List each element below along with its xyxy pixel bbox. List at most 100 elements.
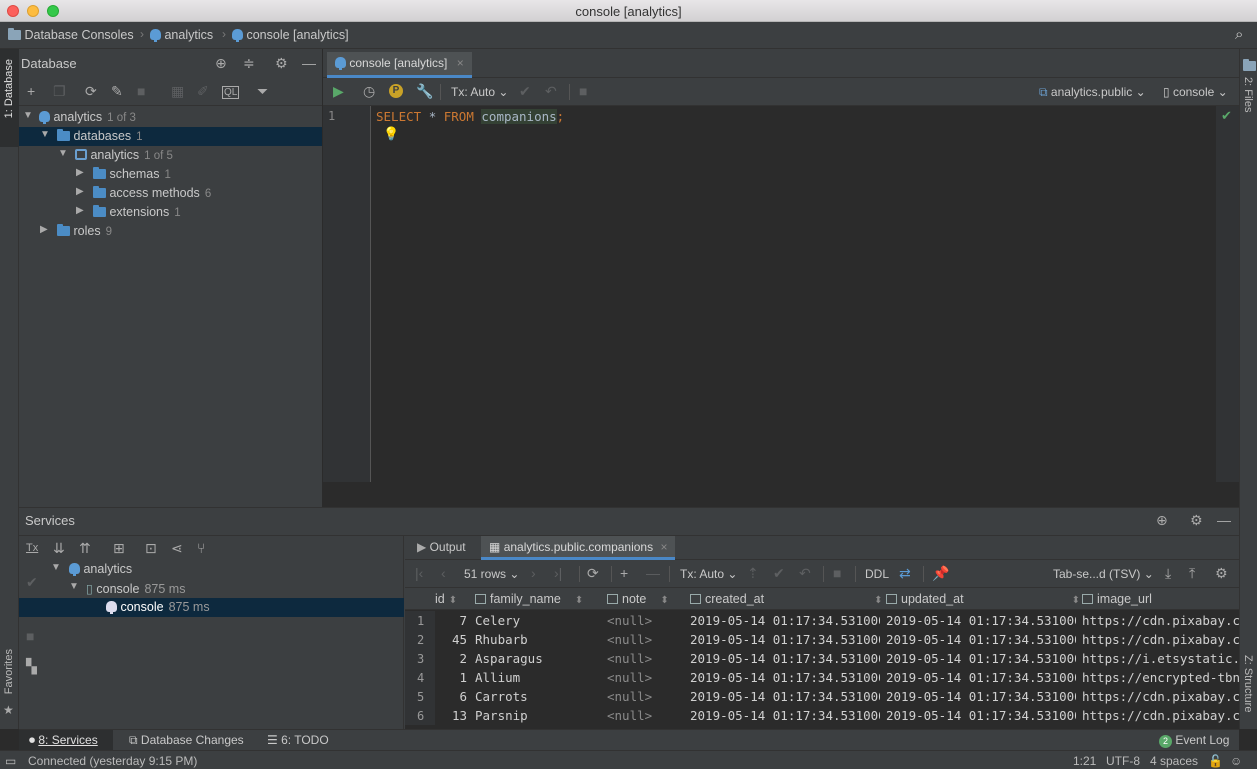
commit-icon[interactable]: ✔ bbox=[773, 565, 785, 582]
table-row[interactable]: 1 7 Celery <null> 2019-05-14 01:17:34.531000… bbox=[405, 611, 1239, 630]
table-row[interactable]: 2 45 Rhubarb <null> 2019-05-14 01:17:34.5310… bbox=[405, 630, 1239, 649]
cell-image-url[interactable]: https://cdn.pixabay.com bbox=[1082, 632, 1239, 647]
table-row[interactable]: 4 1 Allium <null> 2019-05-14 01:17:34.531000… bbox=[405, 668, 1239, 687]
breadcrumb-console[interactable]: console [analytics] bbox=[232, 28, 349, 42]
table-row[interactable]: 5 6 Carrots <null> 2019-05-14 01:17:34.53100… bbox=[405, 687, 1239, 706]
export-icon[interactable]: ⤓ bbox=[1165, 565, 1171, 582]
run-icon[interactable]: ▶ bbox=[333, 83, 344, 100]
caret-position[interactable]: 1:21 bbox=[1073, 754, 1096, 768]
close-tab-icon[interactable]: × bbox=[660, 540, 667, 554]
cell-id[interactable]: 6 bbox=[435, 689, 467, 704]
commit-icon[interactable]: ✔ bbox=[519, 83, 531, 100]
sort-icon[interactable]: ⬍ bbox=[660, 595, 668, 606]
cell-id[interactable]: 7 bbox=[435, 613, 467, 628]
stop-icon[interactable]: ■ bbox=[26, 628, 34, 644]
search-everywhere-icon[interactable]: ⌕ bbox=[1235, 26, 1243, 43]
fork-icon[interactable]: ⑂ bbox=[197, 540, 205, 556]
tree-item-analytics-root[interactable]: ▼ analytics 1 of 3 bbox=[19, 108, 322, 127]
tab-console-analytics[interactable]: console [analytics] × bbox=[327, 52, 472, 78]
cell-image-url[interactable]: https://cdn.pixabay.com bbox=[1082, 613, 1239, 628]
cell-updated-at[interactable]: 2019-05-14 01:17:34.531000 bbox=[886, 632, 1076, 647]
tree-item-extensions[interactable]: ▶ extensions 1 bbox=[19, 203, 322, 222]
tree-item-access-methods[interactable]: ▶ access methods 6 bbox=[19, 184, 322, 203]
breadcrumb-analytics[interactable]: analytics bbox=[150, 28, 213, 42]
cell-note[interactable]: <null> bbox=[607, 651, 682, 666]
favorites-tool-tab[interactable]: Favorites bbox=[3, 649, 15, 694]
row-number[interactable]: 2 bbox=[405, 630, 435, 649]
expand-arrow-icon[interactable]: ▼ bbox=[51, 562, 61, 573]
close-tab-icon[interactable]: × bbox=[457, 56, 464, 70]
add-row-icon[interactable]: + bbox=[620, 565, 628, 581]
submit-icon[interactable]: ⇡ bbox=[747, 565, 759, 582]
cell-family-name[interactable]: Parsnip bbox=[475, 708, 600, 723]
expand-arrow-icon[interactable]: ▼ bbox=[23, 110, 33, 121]
cell-family-name[interactable]: Allium bbox=[475, 670, 600, 685]
tree-item-schemas[interactable]: ▶ schemas 1 bbox=[19, 165, 322, 184]
ddl-button[interactable]: DDL bbox=[865, 567, 889, 581]
row-number[interactable]: 5 bbox=[405, 687, 435, 706]
collapsed-arrow-icon[interactable]: ▶ bbox=[40, 224, 48, 235]
expand-arrow-icon[interactable]: ▼ bbox=[69, 581, 79, 592]
cell-id[interactable]: 2 bbox=[435, 651, 467, 666]
table-row[interactable]: 3 2 Asparagus <null> 2019-05-14 01:17:34.531… bbox=[405, 649, 1239, 668]
row-number[interactable]: 1 bbox=[405, 611, 435, 630]
table-view-icon[interactable]: ▦ bbox=[171, 83, 184, 100]
cell-id[interactable]: 13 bbox=[435, 708, 467, 723]
cell-family-name[interactable]: Celery bbox=[475, 613, 600, 628]
cell-image-url[interactable]: https://cdn.pixabay.com bbox=[1082, 689, 1239, 704]
hide-panel-icon[interactable]: — bbox=[302, 55, 316, 71]
import-icon[interactable]: ⤒ bbox=[1189, 565, 1195, 582]
crosshair-icon[interactable]: ⊕ bbox=[215, 55, 227, 72]
refresh-icon[interactable]: ⟳ bbox=[85, 83, 97, 100]
file-encoding[interactable]: UTF-8 bbox=[1106, 754, 1140, 768]
cell-note[interactable]: <null> bbox=[607, 689, 682, 704]
panel-toggle-icon[interactable]: ▭ bbox=[5, 754, 16, 768]
indent-setting[interactable]: 4 spaces bbox=[1150, 754, 1198, 768]
stop-icon[interactable]: ■ bbox=[137, 83, 145, 99]
database-tool-tab[interactable]: 1: Database bbox=[0, 49, 19, 147]
cell-image-url[interactable]: https://cdn.pixabay.com bbox=[1082, 708, 1239, 723]
layout-icon[interactable]: ▚ bbox=[26, 658, 37, 675]
cell-created-at[interactable]: 2019-05-14 01:17:34.531000 bbox=[690, 651, 880, 666]
tree-item-analytics-db[interactable]: ▼ analytics 1 of 5 bbox=[19, 146, 322, 165]
expand-arrow-icon[interactable]: ▼ bbox=[58, 148, 68, 159]
gear-icon[interactable]: ⚙ bbox=[275, 55, 288, 72]
cell-updated-at[interactable]: 2019-05-14 01:17:34.531000 bbox=[886, 613, 1076, 628]
collapse-all-icon[interactable]: ⇈ bbox=[79, 540, 91, 557]
copy-icon[interactable]: ❐ bbox=[53, 83, 66, 100]
cell-created-at[interactable]: 2019-05-14 01:17:34.531000 bbox=[690, 708, 880, 723]
last-page-icon[interactable]: ›| bbox=[554, 565, 562, 581]
todo-tool-tab[interactable]: ☰ 6: TODO bbox=[267, 733, 329, 747]
cell-updated-at[interactable]: 2019-05-14 01:17:34.531000 bbox=[886, 689, 1076, 704]
column-header-note[interactable]: note ⬍ bbox=[607, 592, 669, 606]
sql-code-line[interactable]: SELECT * FROM companions; bbox=[376, 109, 564, 124]
rollback-icon[interactable]: ↶ bbox=[545, 83, 557, 100]
sort-icon[interactable]: ⬍ bbox=[1072, 595, 1080, 606]
cell-family-name[interactable]: Carrots bbox=[475, 689, 600, 704]
table-row[interactable]: 6 13 Parsnip <null> 2019-05-14 01:17:34.5310… bbox=[405, 706, 1239, 725]
schema-selector[interactable]: ⧉ analytics.public ⌄ bbox=[1039, 85, 1146, 100]
structure-tool-tab[interactable]: Z: Structure bbox=[1242, 655, 1254, 712]
filter-icon[interactable]: ⏷ bbox=[257, 83, 268, 100]
cell-created-at[interactable]: 2019-05-14 01:17:34.531000 bbox=[690, 632, 880, 647]
cell-image-url[interactable]: https://encrypted-tbn0 bbox=[1082, 670, 1239, 685]
notification-icon[interactable]: ☺ bbox=[1230, 754, 1242, 768]
explain-plan-icon[interactable]: P bbox=[389, 84, 403, 98]
edit-properties-icon[interactable]: ✎ bbox=[111, 83, 123, 100]
stop-icon[interactable]: ■ bbox=[579, 83, 587, 99]
extractor-dropdown[interactable]: Tab-se...d (TSV) ⌄ bbox=[1053, 567, 1154, 581]
tx-mode-dropdown[interactable]: Tx: Auto ⌄ bbox=[451, 85, 508, 99]
cell-created-at[interactable]: 2019-05-14 01:17:34.531000 bbox=[690, 689, 880, 704]
service-item-console-group[interactable]: ▼ ▯ console 875 ms bbox=[19, 579, 404, 598]
cancel-query-icon[interactable]: ■ bbox=[833, 565, 841, 581]
edit-icon[interactable]: ✐ bbox=[197, 83, 209, 100]
expand-arrow-icon[interactable]: ▼ bbox=[40, 129, 50, 140]
files-tool-tab[interactable]: 2: Files bbox=[1242, 77, 1254, 112]
breadcrumb-database-consoles[interactable]: Database Consoles bbox=[8, 28, 134, 42]
gear-icon[interactable]: ⚙ bbox=[1190, 512, 1203, 529]
collapsed-arrow-icon[interactable]: ▶ bbox=[76, 167, 84, 178]
cell-created-at[interactable]: 2019-05-14 01:17:34.531000 bbox=[690, 613, 880, 628]
sort-icon[interactable]: ⬍ bbox=[575, 595, 583, 606]
cell-updated-at[interactable]: 2019-05-14 01:17:34.531000 bbox=[886, 651, 1076, 666]
revert-icon[interactable]: ↶ bbox=[799, 565, 811, 582]
